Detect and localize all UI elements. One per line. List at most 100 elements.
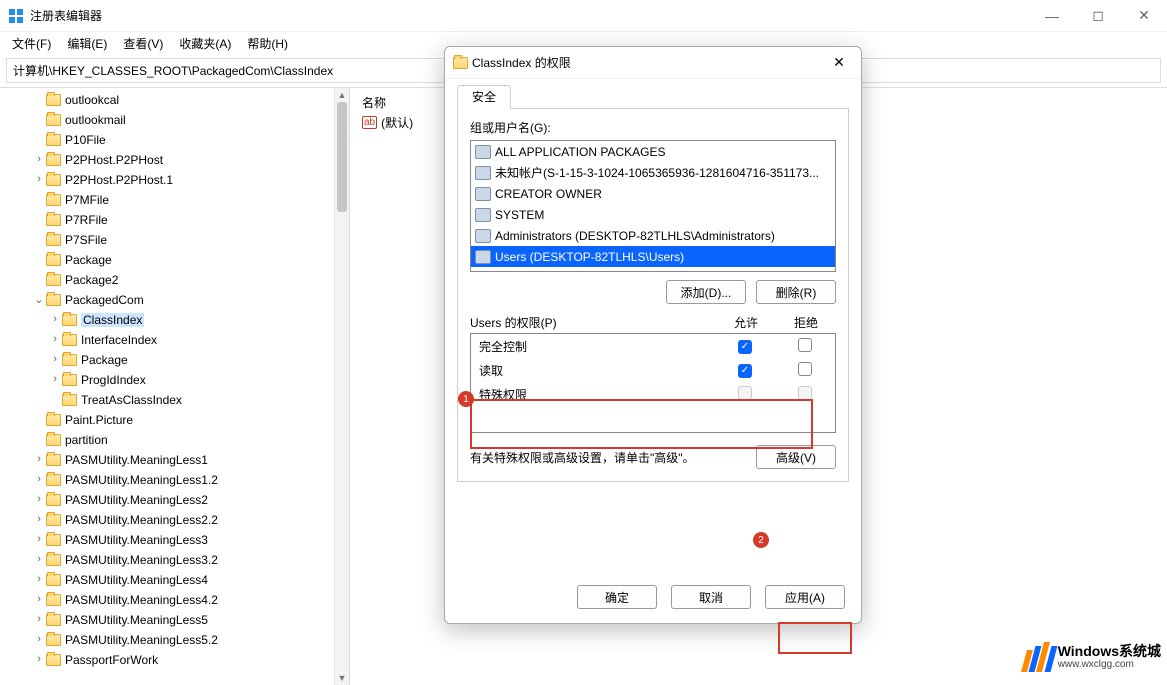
minimize-button[interactable]: — xyxy=(1029,0,1075,32)
chevron-right-icon[interactable]: › xyxy=(32,474,46,486)
scroll-thumb[interactable] xyxy=(337,102,347,212)
tree-item[interactable]: ›PASMUtility.MeaningLess2.2 xyxy=(0,510,349,530)
remove-button[interactable]: 删除(R) xyxy=(756,280,836,304)
tree-item[interactable]: P7RFile xyxy=(0,210,349,230)
group-row[interactable]: Users (DESKTOP-82TLHLS\Users) xyxy=(471,246,835,267)
group-icon xyxy=(475,145,491,159)
chevron-right-icon[interactable]: › xyxy=(48,334,62,346)
menu-view[interactable]: 查看(V) xyxy=(117,33,169,54)
tree-item[interactable]: partition xyxy=(0,430,349,450)
tree-item[interactable]: P7MFile xyxy=(0,190,349,210)
group-row[interactable]: SYSTEM xyxy=(471,204,835,225)
tree-item[interactable]: ›PASMUtility.MeaningLess5.2 xyxy=(0,630,349,650)
tree-item[interactable]: › PASMUtility.MeaningLess2 xyxy=(0,490,349,510)
tree-item[interactable]: ›PASMUtility.MeaningLess4 xyxy=(0,570,349,590)
tree-item[interactable]: ›P2PHost.P2PHost xyxy=(0,150,349,170)
close-button[interactable]: ✕ xyxy=(1121,0,1167,32)
chevron-right-icon[interactable]: › xyxy=(32,554,46,566)
titlebar: 注册表编辑器 — ◻ ✕ xyxy=(0,0,1167,32)
tree-item-label: PASMUtility.MeaningLess2 xyxy=(65,493,208,507)
cancel-button[interactable]: 取消 xyxy=(671,585,751,609)
tree-item[interactable]: › PASMUtility.MeaningLess1 xyxy=(0,450,349,470)
folder-icon xyxy=(46,594,61,606)
chevron-right-icon[interactable]: › xyxy=(32,594,46,606)
menu-file[interactable]: 文件(F) xyxy=(6,33,57,54)
tree-item[interactable]: ›Package xyxy=(0,350,349,370)
tree-item[interactable]: TreatAsClassIndex xyxy=(0,390,349,410)
chevron-right-icon[interactable]: › xyxy=(48,374,62,386)
tree-item-label: ClassIndex xyxy=(81,313,144,327)
tree-item[interactable]: outlookmail xyxy=(0,110,349,130)
annotation-box-2 xyxy=(778,622,852,654)
tree-item[interactable]: ›PassportForWork xyxy=(0,650,349,670)
tree-item[interactable]: ›PASMUtility.MeaningLess4.2 xyxy=(0,590,349,610)
tree-item-label: PASMUtility.MeaningLess1.2 xyxy=(65,473,218,487)
tree-item[interactable]: ⌄ PackagedCom xyxy=(0,290,349,310)
tree-item[interactable]: Package xyxy=(0,250,349,270)
chevron-right-icon[interactable]: › xyxy=(32,654,46,666)
dialog-title: ClassIndex 的权限 xyxy=(472,54,571,71)
chevron-right-icon[interactable]: › xyxy=(32,574,46,586)
chevron-right-icon[interactable]: › xyxy=(32,534,46,546)
chevron-right-icon[interactable]: › xyxy=(32,454,46,466)
chevron-right-icon[interactable]: › xyxy=(48,314,62,326)
folder-icon xyxy=(46,234,61,246)
tree-item[interactable]: Package2 xyxy=(0,270,349,290)
tab-security[interactable]: 安全 xyxy=(457,85,511,109)
deny-checkbox[interactable] xyxy=(798,338,812,352)
folder-icon xyxy=(46,614,61,626)
tree-item[interactable]: ›ProgIdIndex xyxy=(0,370,349,390)
permission-name: 读取 xyxy=(479,362,715,379)
folder-icon xyxy=(46,294,61,306)
groups-listbox[interactable]: ALL APPLICATION PACKAGES 未知帐户(S-1-15-3-10… xyxy=(470,140,836,272)
tree-item[interactable]: outlookcal xyxy=(0,90,349,110)
tree-item[interactable]: ›PASMUtility.MeaningLess3 xyxy=(0,530,349,550)
group-name: Administrators (DESKTOP-82TLHLS\Administ… xyxy=(495,229,775,243)
ok-button[interactable]: 确定 xyxy=(577,585,657,609)
chevron-right-icon[interactable]: › xyxy=(48,354,62,366)
group-name: 未知帐户(S-1-15-3-1024-1065365936-1281604716… xyxy=(495,164,819,181)
tree-item[interactable]: › ClassIndex xyxy=(0,310,349,330)
allow-checkbox[interactable]: ✓ xyxy=(738,364,752,378)
tree-item[interactable]: ›PASMUtility.MeaningLess3.2 xyxy=(0,550,349,570)
tree-item[interactable]: ›PASMUtility.MeaningLess5 xyxy=(0,610,349,630)
permission-row: 完全控制✓ xyxy=(471,334,835,358)
tree-item[interactable]: ›P2PHost.P2PHost.1 xyxy=(0,170,349,190)
menu-help[interactable]: 帮助(H) xyxy=(241,33,294,54)
tree-item[interactable]: ›InterfaceIndex xyxy=(0,330,349,350)
dialog-close-button[interactable]: ✕ xyxy=(825,54,853,71)
folder-icon xyxy=(46,134,61,146)
apply-button[interactable]: 应用(A) xyxy=(765,585,845,609)
chevron-right-icon[interactable]: › xyxy=(32,614,46,626)
scroll-down-icon[interactable]: ▼ xyxy=(335,671,349,685)
chevron-right-icon[interactable]: › xyxy=(32,514,46,526)
add-button[interactable]: 添加(D)... xyxy=(666,280,746,304)
tree-item[interactable]: P7SFile xyxy=(0,230,349,250)
tree-item-label: PackagedCom xyxy=(65,293,144,307)
group-row[interactable]: CREATOR OWNER xyxy=(471,183,835,204)
folder-icon xyxy=(46,414,61,426)
folder-icon xyxy=(46,114,61,126)
tree-item[interactable]: Paint.Picture xyxy=(0,410,349,430)
chevron-right-icon[interactable]: › xyxy=(32,174,46,186)
tree-item-label: TreatAsClassIndex xyxy=(81,393,182,407)
chevron-down-icon[interactable]: ⌄ xyxy=(32,293,46,307)
menu-edit[interactable]: 编辑(E) xyxy=(61,33,113,54)
chevron-right-icon[interactable]: › xyxy=(32,154,46,166)
scrollbar[interactable]: ▲ ▼ xyxy=(334,88,349,685)
tree-item[interactable]: › PASMUtility.MeaningLess1.2 xyxy=(0,470,349,490)
scroll-up-icon[interactable]: ▲ xyxy=(335,88,349,102)
tree-item-label: PASMUtility.MeaningLess1 xyxy=(65,453,208,467)
tree-item[interactable]: P10File xyxy=(0,130,349,150)
menu-favorites[interactable]: 收藏夹(A) xyxy=(173,33,237,54)
group-row[interactable]: 未知帐户(S-1-15-3-1024-1065365936-1281604716… xyxy=(471,162,835,183)
group-row[interactable]: Administrators (DESKTOP-82TLHLS\Administ… xyxy=(471,225,835,246)
tree-pane[interactable]: ▲ ▼ outlookcaloutlookmailP10File›P2PHost… xyxy=(0,88,350,685)
group-row[interactable]: ALL APPLICATION PACKAGES xyxy=(471,141,835,162)
deny-checkbox[interactable] xyxy=(798,362,812,376)
allow-checkbox[interactable]: ✓ xyxy=(738,340,752,354)
folder-icon xyxy=(62,334,77,346)
chevron-right-icon[interactable]: › xyxy=(32,494,46,506)
chevron-right-icon[interactable]: › xyxy=(32,634,46,646)
maximize-button[interactable]: ◻ xyxy=(1075,0,1121,32)
